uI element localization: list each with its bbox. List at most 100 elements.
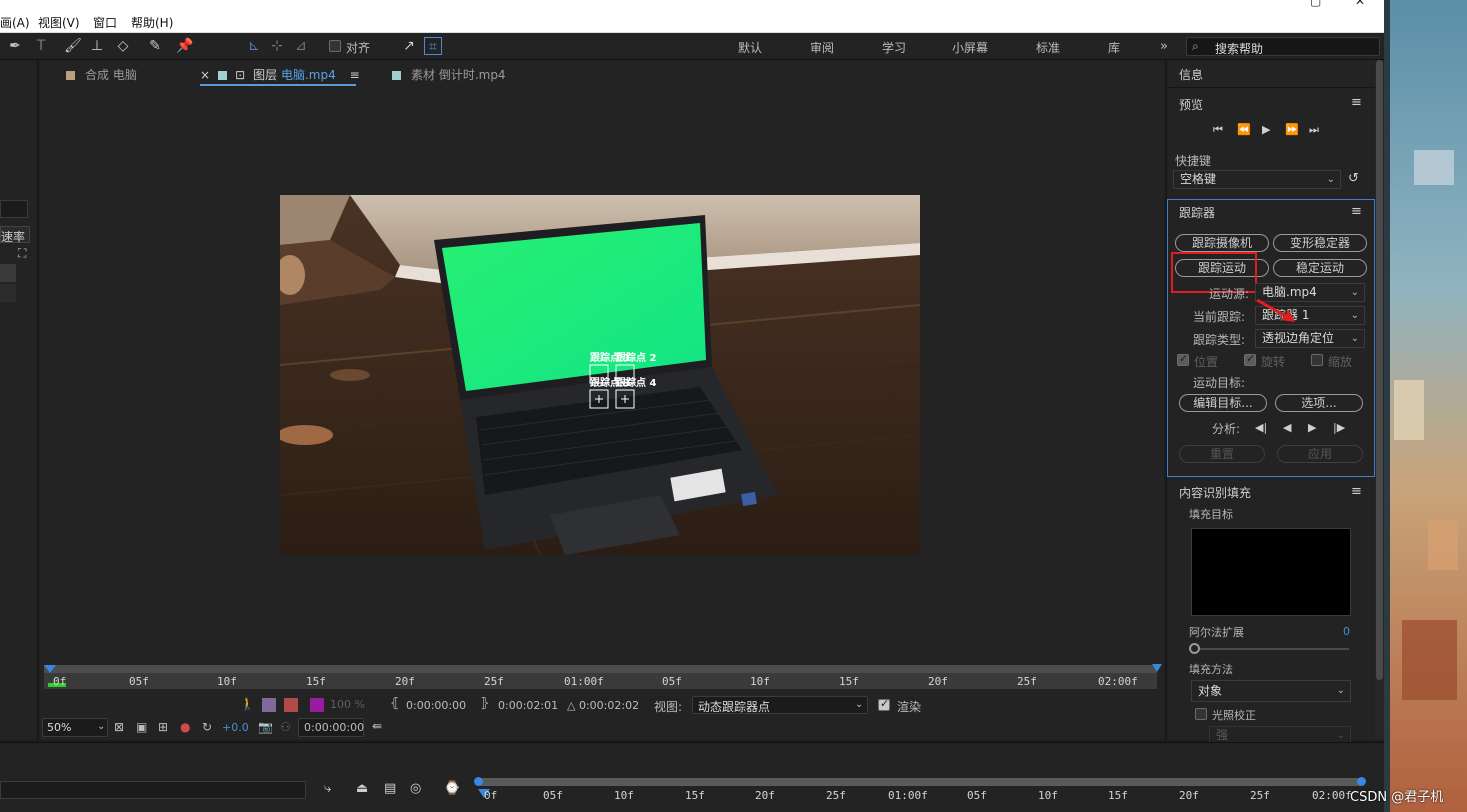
play-icon[interactable]: ▶ <box>1262 123 1270 136</box>
draft-3d-icon[interactable]: ⏏ <box>356 781 368 796</box>
clone-stamp-tool-icon[interactable]: ⊥ <box>88 37 106 55</box>
tab-layer[interactable]: × ⊡ 图层 电脑.mp4 ≡ <box>200 66 360 83</box>
menu-item-help[interactable]: 帮助(H) <box>131 14 173 31</box>
analyze-forward-one-icon[interactable]: |▶ <box>1333 421 1345 434</box>
menu-item-view[interactable]: 视图(V) <box>38 14 80 31</box>
safe-margins-icon[interactable]: ▣ <box>136 720 147 734</box>
loop-icon[interactable]: ↺ <box>1348 171 1359 186</box>
shy-icon[interactable] <box>284 698 298 712</box>
exposure-value[interactable]: +0.0 <box>222 721 249 734</box>
panel-menu-icon[interactable]: ≡ <box>1351 204 1362 219</box>
channel-icon[interactable]: ● <box>180 720 190 734</box>
walk-icon[interactable]: 🚶 <box>240 697 255 711</box>
restore-icon[interactable]: ▢ <box>1310 0 1321 8</box>
text-tool-icon[interactable]: T <box>32 37 50 55</box>
composition-flowchart-icon[interactable]: ⤷ <box>324 781 331 796</box>
timeline-search-field[interactable] <box>0 781 306 799</box>
menu-item-window[interactable]: 窗口 <box>93 14 117 31</box>
work-area-bar[interactable] <box>44 665 1157 673</box>
label-color-icon[interactable] <box>310 698 324 712</box>
work-area-start-handle[interactable] <box>474 777 483 786</box>
more-workspaces-button[interactable]: » <box>1160 39 1168 54</box>
reset-button[interactable]: 重置 <box>1179 445 1265 463</box>
rotation-checkbox[interactable] <box>1244 352 1256 366</box>
zoom-dropdown[interactable]: 50% ⌄ <box>42 718 108 737</box>
tracker-title[interactable]: 跟踪器 <box>1179 204 1215 221</box>
next-frame-icon[interactable]: ⏩ <box>1285 123 1299 136</box>
axis-view-icon[interactable]: ⊿ <box>292 37 310 55</box>
position-checkbox[interactable] <box>1177 352 1189 366</box>
roto-brush-tool-icon[interactable]: ✎ <box>146 37 164 55</box>
workspace-small-screen[interactable]: 小屏幕 <box>952 39 988 56</box>
shortcut-dropdown[interactable]: 空格键 ⌄ <box>1173 170 1341 189</box>
analyze-back-one-icon[interactable]: ◀| <box>1255 421 1267 434</box>
footage-frame[interactable]: 跟踪点 1 跟踪点 2 跟踪点 3 跟踪点 4 <box>280 195 920 555</box>
sync-icon[interactable]: ⇚ <box>372 719 382 733</box>
analyze-forward-icon[interactable]: ▶ <box>1308 421 1316 434</box>
current-time-field[interactable]: 0:00:00:00 <box>298 718 364 737</box>
menu-item-layer[interactable]: 画(A) <box>0 14 30 31</box>
grid-icon[interactable]: ⊞ <box>158 720 168 734</box>
project-row[interactable] <box>0 284 16 302</box>
quality-value[interactable]: 100 % <box>330 698 365 711</box>
prev-frame-icon[interactable]: ⏪ <box>1237 123 1251 136</box>
warp-stabilizer-button[interactable]: 变形稳定器 <box>1273 234 1367 252</box>
close-tab-icon[interactable]: × <box>200 68 210 82</box>
time-ruler[interactable]: 0f 05f 10f 15f 20f 25f 01:00f 05f 10f 15… <box>44 664 1162 689</box>
scale-checkbox[interactable] <box>1311 354 1323 366</box>
close-window-icon[interactable]: ✕ <box>1355 0 1365 8</box>
solo-icon[interactable] <box>262 698 276 712</box>
analyze-backward-icon[interactable]: ◀ <box>1283 421 1291 434</box>
snapshot-icon[interactable]: 📷 <box>258 720 273 734</box>
workspace-standard[interactable]: 标准 <box>1036 39 1060 56</box>
playhead-icon[interactable] <box>44 665 56 673</box>
view-dropdown[interactable]: 动态跟踪器点 ⌄ <box>692 696 868 714</box>
edit-target-button[interactable]: 编辑目标... <box>1179 394 1267 412</box>
motion-blur-icon[interactable]: ◎ <box>410 781 421 796</box>
content-fill-title[interactable]: 内容识别填充 <box>1179 484 1251 501</box>
axis-world-icon[interactable]: ⊹ <box>268 37 286 55</box>
alpha-value[interactable]: 0 <box>1343 625 1350 638</box>
preview-title[interactable]: 预览 <box>1179 96 1203 113</box>
options-button[interactable]: 选项... <box>1275 394 1363 412</box>
snap-icon[interactable]: ↗ <box>400 37 418 55</box>
in-point-icon[interactable]: ⦃ <box>390 696 400 711</box>
flowchart-icon[interactable]: ⛶ <box>18 246 26 261</box>
last-frame-icon[interactable]: ⏭ <box>1309 123 1319 137</box>
snap-grid-icon[interactable]: ⌗ <box>424 37 442 55</box>
reset-exposure-icon[interactable]: ↻ <box>202 720 212 734</box>
resolution-icon[interactable]: ⊠ <box>114 720 124 734</box>
fill-method-dropdown[interactable]: 对象 ⌄ <box>1191 680 1351 702</box>
search-help-input[interactable]: ⌕ 搜索帮助 <box>1186 37 1380 56</box>
out-time[interactable]: 0:00:02:01 <box>498 699 558 712</box>
apply-button[interactable]: 应用 <box>1277 445 1363 463</box>
tab-composition[interactable]: 合成 电脑 <box>66 66 137 83</box>
track-type-dropdown[interactable]: 透视边角定位 ⌄ <box>1255 329 1365 348</box>
scrollbar-thumb[interactable] <box>1376 60 1383 680</box>
first-frame-icon[interactable]: ⏮ <box>1213 123 1223 137</box>
panel-menu-icon[interactable]: ≡ <box>350 68 360 82</box>
eraser-tool-icon[interactable]: ◇ <box>114 37 132 55</box>
frame-blending-icon[interactable]: ▤ <box>384 781 396 796</box>
align-checkbox[interactable] <box>329 40 341 52</box>
speed-column-header[interactable]: 速率 <box>0 226 30 244</box>
pen-tool-icon[interactable]: ✒ <box>6 37 24 55</box>
axis-local-icon[interactable]: ⊾ <box>245 37 263 55</box>
out-point-icon[interactable]: ⦄ <box>480 696 490 711</box>
track-camera-button[interactable]: 跟踪摄像机 <box>1175 234 1269 252</box>
graph-editor-icon[interactable]: ⌚ <box>444 781 460 796</box>
alpha-slider-track[interactable] <box>1191 648 1349 650</box>
alpha-slider-handle[interactable] <box>1189 643 1200 654</box>
workspace-library[interactable]: 库 <box>1108 39 1120 56</box>
in-time[interactable]: 0:00:00:00 <box>406 699 466 712</box>
render-checkbox[interactable] <box>878 697 890 711</box>
panel-menu-icon[interactable]: ≡ <box>1351 95 1362 110</box>
workspace-review[interactable]: 审阅 <box>810 39 834 56</box>
project-row[interactable] <box>0 264 16 282</box>
work-area-end-handle[interactable] <box>1357 777 1366 786</box>
lock-icon[interactable]: ⊡ <box>235 68 245 82</box>
info-title[interactable]: 信息 <box>1179 66 1203 83</box>
tab-footage[interactable]: 素材 倒计时.mp4 <box>392 66 506 83</box>
panel-menu-icon[interactable]: ≡ <box>1351 484 1362 499</box>
brush-tool-icon[interactable]: 🖌 <box>64 37 82 55</box>
